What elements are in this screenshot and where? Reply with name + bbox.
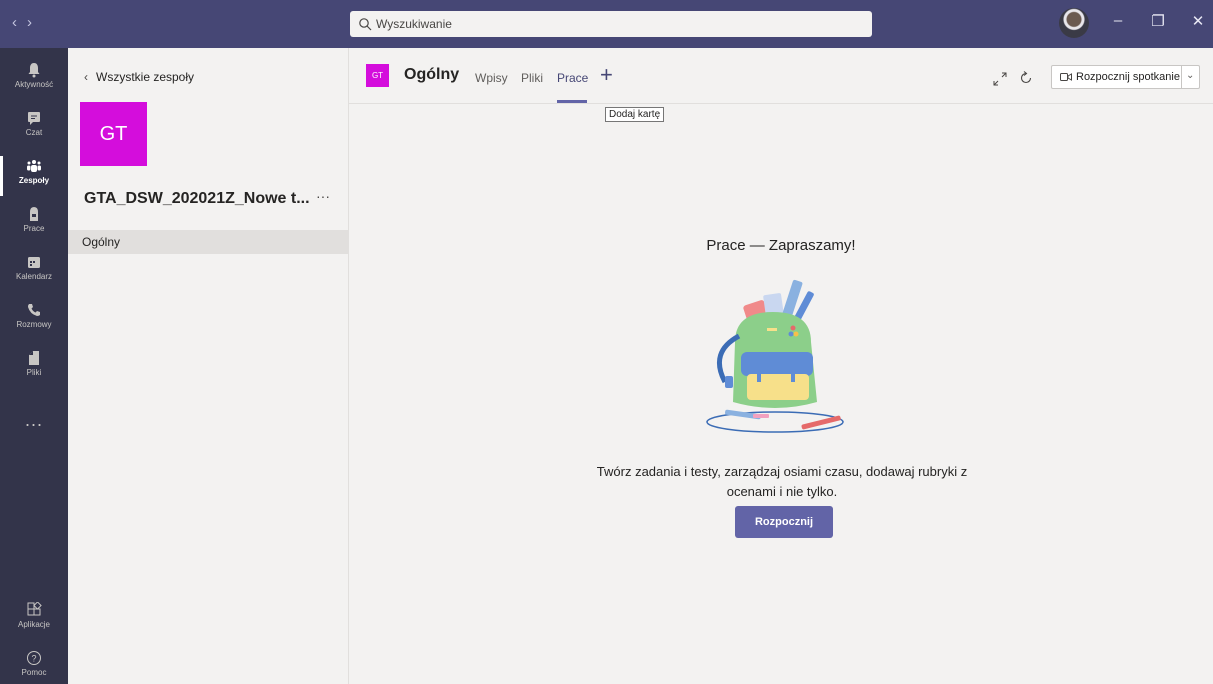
- channel-team-avatar: GT: [366, 64, 389, 87]
- more-apps-icon[interactable]: ...: [0, 410, 68, 431]
- reload-icon[interactable]: [1018, 70, 1034, 86]
- rail-item-calls[interactable]: Rozmowy: [0, 296, 68, 344]
- rail-item-help[interactable]: ? Pomoc: [0, 644, 68, 684]
- description-line-1: Twórz zadania i testy, zarządzaj osiami …: [596, 464, 968, 479]
- rail-label: Czat: [25, 128, 43, 137]
- bell-icon: [28, 63, 40, 78]
- add-tab-tooltip: Dodaj kartę: [605, 107, 665, 122]
- rail-label: Pliki: [26, 368, 42, 377]
- tab-files[interactable]: Pliki: [521, 71, 543, 85]
- start-button[interactable]: Rozpocznij: [735, 506, 833, 538]
- forward-arrow-icon[interactable]: ›: [27, 14, 42, 31]
- rail-label: Zespoły: [18, 176, 50, 185]
- svg-text:?: ?: [31, 654, 36, 664]
- rail-label: Aplikacje: [17, 620, 50, 629]
- tab-posts[interactable]: Wpisy: [475, 71, 508, 85]
- search-placeholder: Wyszukiwanie: [376, 17, 452, 31]
- search-icon: [359, 18, 372, 31]
- rail-label: Prace: [23, 224, 45, 233]
- chat-icon: [28, 112, 40, 125]
- description-line-2: ocenami i nie tylko.: [726, 484, 838, 499]
- teams-icon: [27, 160, 41, 172]
- channel-title: Ogólny: [404, 66, 460, 83]
- assignments-description: Twórz zadania i testy, zarządzaj osiami …: [560, 462, 1004, 502]
- rail-label: Pomoc: [21, 668, 47, 677]
- chevron-down-icon[interactable]: ⌄: [1186, 70, 1194, 81]
- welcome-title: Prace — Zapraszamy!: [706, 237, 856, 254]
- rail-label: Kalendarz: [15, 272, 53, 281]
- history-nav: ‹›: [12, 14, 42, 31]
- channel-header: GT Ogólny Wpisy Pliki Prace + Rozpocznij…: [349, 48, 1213, 104]
- rail-item-apps[interactable]: Aplikacje: [0, 596, 68, 644]
- rail-item-activity[interactable]: Aktywność: [0, 56, 68, 104]
- tab-assignments[interactable]: Prace: [557, 71, 588, 85]
- team-panel: ‹ Wszystkie zespoły GT GTA_DSW_202021Z_No…: [68, 48, 349, 684]
- channel-item-general[interactable]: Ogólny: [68, 230, 349, 254]
- phone-icon: [28, 304, 40, 316]
- start-meeting-label: Rozpocznij spotkanie: [1076, 71, 1180, 83]
- close-icon[interactable]: ✕: [1186, 12, 1210, 30]
- all-teams-label: Wszystkie zespoły: [96, 70, 195, 84]
- rail-item-files[interactable]: Pliki: [0, 344, 68, 392]
- minimize-icon[interactable]: –: [1106, 12, 1130, 29]
- rail-label: Aktywność: [14, 80, 54, 89]
- team-name: GTA_DSW_202021Z_Nowe t...: [84, 190, 310, 207]
- app-rail: Aktywność Czat Zespoły Prace Kalendarz R…: [0, 48, 68, 684]
- title-bar: ‹› Wyszukiwanie – ❐ ✕: [0, 0, 1213, 48]
- calendar-icon: [28, 257, 40, 268]
- file-icon: [29, 351, 39, 365]
- avatar[interactable]: [1059, 8, 1089, 38]
- start-meeting-button[interactable]: Rozpocznij spotkanie ⌄: [1051, 65, 1200, 89]
- rail-item-assignments[interactable]: Prace: [0, 200, 68, 248]
- team-avatar: GT: [80, 102, 147, 166]
- video-camera-icon: [1060, 73, 1072, 81]
- button-divider: [1181, 66, 1182, 88]
- apps-icon: [27, 602, 42, 616]
- active-tab-indicator: [557, 100, 587, 103]
- add-tab-button[interactable]: +: [600, 62, 613, 88]
- restore-icon[interactable]: ❐: [1146, 12, 1170, 30]
- team-more-options-icon[interactable]: ···: [316, 188, 330, 204]
- assignments-icon: [30, 207, 38, 221]
- search-input[interactable]: Wyszukiwanie: [350, 11, 872, 37]
- backpack-illustration: [706, 279, 844, 433]
- all-teams-link[interactable]: ‹ Wszystkie zespoły: [84, 70, 194, 84]
- chevron-left-icon: ‹: [84, 70, 88, 84]
- rail-item-teams[interactable]: Zespoły: [0, 152, 68, 200]
- rail-label: Rozmowy: [16, 320, 52, 329]
- back-arrow-icon[interactable]: ‹: [12, 14, 27, 31]
- help-icon: ?: [27, 651, 41, 665]
- expand-icon[interactable]: [993, 72, 1007, 86]
- rail-item-calendar[interactable]: Kalendarz: [0, 248, 68, 296]
- rail-item-chat[interactable]: Czat: [0, 104, 68, 152]
